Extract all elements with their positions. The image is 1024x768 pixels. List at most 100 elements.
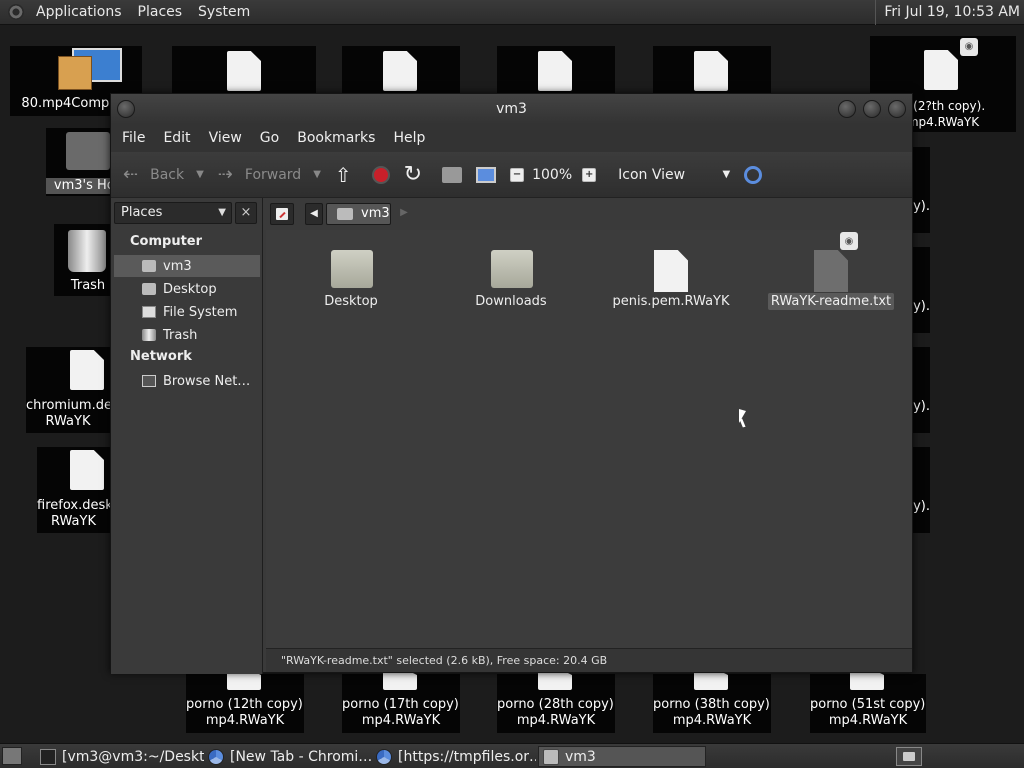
desktop-icon-doc[interactable] — [653, 46, 771, 96]
desktop-icon-doc[interactable] — [497, 46, 615, 96]
taskbar-item-terminal[interactable]: [vm3@vm3:~/Deskt… — [36, 746, 204, 767]
path-scroll-right-button[interactable]: ▶ — [397, 203, 411, 225]
show-desktop-button[interactable] — [2, 747, 22, 765]
computer-button[interactable] — [476, 166, 497, 183]
sidebar-item-vm3[interactable]: vm3 — [114, 255, 260, 277]
file-item-penis-pem[interactable]: penis.pem.RWaYK — [601, 230, 741, 320]
forward-arrow-icon: ⇢ — [217, 164, 233, 185]
desktop-icon-doc[interactable]: porno (51st copy). mp4.RWaYK — [810, 670, 926, 733]
window-titlebar[interactable]: vm3 — [111, 94, 912, 124]
home-folder-icon — [142, 260, 156, 272]
desktop-icon-doc[interactable]: porno (12th copy). mp4.RWaYK — [186, 670, 304, 733]
forward-dropdown-icon[interactable]: ▼ — [313, 169, 321, 180]
maximize-button[interactable] — [863, 100, 881, 118]
menu-bookmarks[interactable]: Bookmarks — [288, 130, 384, 146]
desktop-icon-partial[interactable]: py). — [905, 447, 930, 533]
document-icon — [654, 250, 688, 292]
sidebar-heading-computer: Computer — [130, 234, 203, 249]
window-title: vm3 — [496, 101, 527, 117]
menu-help[interactable]: Help — [384, 130, 434, 146]
document-icon — [383, 670, 417, 690]
file-item-desktop[interactable]: Desktop — [281, 230, 421, 320]
desktop-icon-doc[interactable] — [342, 46, 460, 96]
reload-button[interactable]: ↻ — [404, 162, 428, 187]
minimize-button[interactable] — [838, 100, 856, 118]
sidebar-item-trash[interactable]: Trash — [114, 324, 260, 346]
network-icon — [142, 375, 156, 387]
document-icon — [383, 51, 417, 91]
taskbar-item-chromium-2[interactable]: [https://tmpfiles.or… — [372, 746, 536, 767]
file-item-downloads[interactable]: Downloads — [441, 230, 581, 320]
desktop-icon-doc[interactable]: porno (38th copy). mp4.RWaYK — [653, 670, 771, 733]
home-folder-icon — [337, 208, 353, 220]
home-folder-icon — [442, 166, 463, 183]
zoom-level: 100% — [532, 166, 573, 183]
menu-go[interactable]: Go — [251, 130, 288, 146]
sidebar-item-browse-network[interactable]: Browse Net… — [114, 370, 260, 392]
view-mode-select[interactable]: Icon View ▼ — [618, 167, 730, 183]
desktop-icon-label: porno (51st copy). mp4.RWaYK — [810, 697, 926, 728]
edit-location-button[interactable] — [270, 203, 294, 225]
breadcrumb-vm3[interactable]: vm3 — [326, 203, 391, 225]
desktop-icon-label: chromium.de RWaYK — [26, 398, 110, 429]
places-menu[interactable]: Places — [130, 0, 191, 25]
search-icon — [744, 165, 763, 184]
back-dropdown-icon[interactable]: ▼ — [196, 169, 204, 180]
workspace-switcher[interactable] — [896, 747, 922, 766]
system-menu[interactable]: System — [190, 0, 258, 25]
taskbar-item-file-manager[interactable]: vm3 — [538, 746, 706, 767]
stop-icon — [371, 165, 390, 184]
desktop-icon-doc[interactable]: porno (28th copy). mp4.RWaYK — [497, 670, 615, 733]
zoom-controls: − 100% + — [510, 167, 604, 183]
up-button[interactable]: ⇧ — [335, 163, 358, 187]
folder-icon — [491, 250, 533, 288]
pencil-icon — [276, 208, 288, 220]
sidebar-item-desktop[interactable]: Desktop — [114, 278, 260, 300]
search-button[interactable] — [744, 165, 763, 184]
home-folder-icon — [543, 748, 559, 765]
desktop-icon-doc[interactable] — [172, 46, 316, 96]
document-icon — [70, 350, 104, 390]
sidebar-heading-network: Network — [130, 349, 192, 364]
drive-icon — [142, 306, 156, 318]
mouse-cursor-icon — [739, 409, 746, 425]
close-button[interactable] — [888, 100, 906, 118]
desktop-icon-doc[interactable]: firefox.desk RWaYK — [37, 447, 110, 533]
zoom-out-icon[interactable]: − — [510, 167, 525, 182]
file-manager-window: vm3 File Edit View Go Bookmarks Help ⇠ B… — [110, 93, 913, 674]
sidebar-type-select[interactable]: Places ▼ — [114, 202, 232, 224]
menu-file[interactable]: File — [113, 130, 154, 146]
sidebar-item-file-system[interactable]: File System — [114, 301, 260, 323]
desktop-folder-icon — [142, 283, 156, 295]
menu-edit[interactable]: Edit — [154, 130, 199, 146]
desktop-icon-partial[interactable]: py). — [905, 147, 930, 233]
close-sidebar-button[interactable]: × — [235, 202, 257, 224]
document-icon — [850, 670, 884, 690]
document-icon — [70, 450, 104, 490]
applications-menu[interactable]: Applications — [28, 0, 130, 25]
home-button[interactable] — [442, 166, 463, 183]
sidebar: Places ▼ × Computer vm3 Desktop File Sys… — [111, 198, 263, 674]
trash-icon — [142, 329, 156, 341]
forward-button[interactable]: ⇢ Forward ▼ — [218, 164, 321, 185]
menu-view[interactable]: View — [200, 130, 251, 146]
back-button[interactable]: ⇠ Back ▼ — [123, 164, 204, 185]
clock[interactable]: Fri Jul 19, 10:53 AM — [875, 0, 1020, 25]
chevron-down-icon: ▼ — [218, 207, 226, 218]
stop-button[interactable] — [371, 165, 390, 184]
gnome-foot-icon[interactable] — [8, 4, 24, 20]
file-item-label-selected: RWaYK-readme.txt — [767, 293, 895, 310]
terminal-icon — [40, 748, 56, 765]
desktop-icon-label: porno (38th copy). mp4.RWaYK — [653, 697, 771, 728]
trash-icon — [68, 230, 106, 272]
window-menu-icon[interactable] — [117, 100, 135, 118]
file-item-readme[interactable]: ◉ RWaYK-readme.txt — [761, 230, 901, 320]
desktop-icon-label: porno (17th copy). mp4.RWaYK — [342, 697, 460, 728]
zoom-in-icon[interactable]: + — [582, 167, 597, 182]
desktop-icon-doc[interactable]: porno (17th copy). mp4.RWaYK — [342, 670, 460, 733]
path-scroll-left-button[interactable]: ◀ — [305, 203, 323, 225]
desktop-icon-partial[interactable]: py). — [905, 347, 930, 433]
desktop-icon-partial[interactable]: py). — [905, 247, 930, 333]
taskbar-item-chromium[interactable]: [New Tab - Chromi… — [204, 746, 372, 767]
desktop-icon-doc[interactable]: chromium.de RWaYK — [26, 347, 110, 433]
